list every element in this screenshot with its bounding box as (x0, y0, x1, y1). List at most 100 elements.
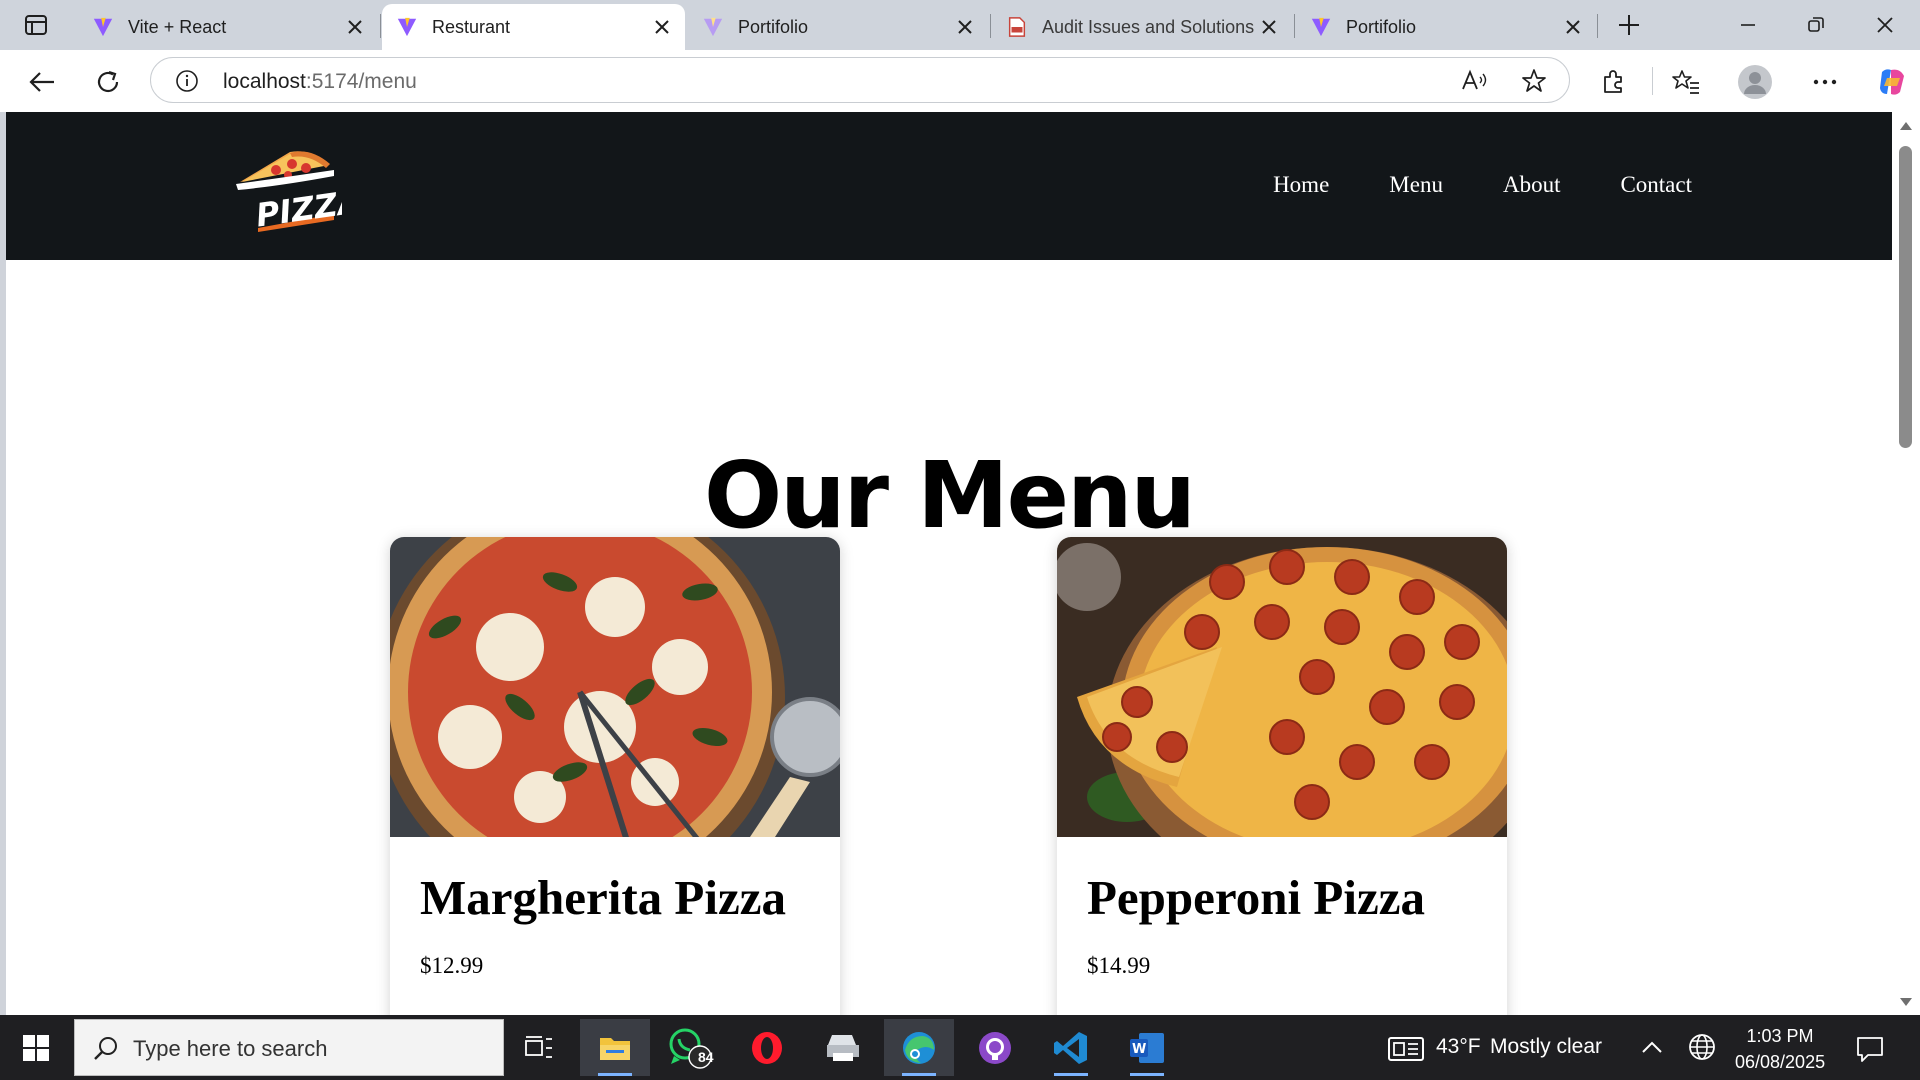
favorite-star-icon[interactable] (1521, 68, 1547, 94)
favorites-list-icon (1672, 70, 1699, 94)
edge-browser-button[interactable] (884, 1019, 954, 1076)
whatsapp-button[interactable]: 84 (656, 1019, 726, 1076)
tab-audit-issues[interactable]: Audit Issues and Solutions (992, 4, 1292, 50)
menu-item-price: $14.99 (1087, 953, 1151, 978)
refresh-button[interactable] (91, 65, 125, 99)
menu-item-name: Pepperoni Pizza (1087, 870, 1425, 925)
tab-title: Resturant (432, 16, 511, 37)
favorites-button[interactable] (1669, 65, 1703, 99)
start-button[interactable] (0, 1015, 72, 1080)
vscode-button[interactable] (1036, 1019, 1106, 1076)
opera-icon (752, 1031, 782, 1064)
clock-date: 06/08/2025 (1735, 1052, 1826, 1072)
restore-icon (1808, 17, 1824, 32)
close-tab-icon[interactable] (344, 16, 366, 38)
close-window-button[interactable] (1870, 10, 1900, 40)
close-tab-icon[interactable] (1562, 16, 1584, 38)
taskbar-search-box[interactable]: Type here to search (74, 1019, 504, 1076)
search-placeholder: Type here to search (133, 1036, 328, 1061)
menu-item-name: Margherita Pizza (420, 870, 786, 925)
logo-text: PIZZA (254, 182, 342, 232)
menu-item-card[interactable]: Margherita Pizza $12.99 (390, 537, 840, 1015)
page-title: Our Menu (703, 442, 1196, 549)
nav-about-link[interactable]: About (1503, 172, 1561, 198)
restore-button[interactable] (1801, 10, 1831, 40)
news-weather-icon[interactable] (1388, 1037, 1424, 1061)
active-indicator (598, 1073, 632, 1076)
url-path: :5174/menu (305, 70, 417, 93)
tab-separator (380, 14, 381, 38)
read-aloud-icon[interactable] (1461, 69, 1489, 93)
site-header: PIZZA Home Menu About Contact (6, 112, 1892, 260)
tab-portifolio[interactable]: Portifolio (688, 4, 988, 50)
task-view-icon (525, 1035, 552, 1058)
more-icon (1813, 79, 1837, 85)
nav-menu-link[interactable]: Menu (1389, 172, 1443, 198)
refresh-icon (97, 70, 119, 93)
github-icon (979, 1031, 1011, 1064)
vite-favicon-icon (397, 17, 417, 37)
toolbar-separator (1652, 67, 1653, 95)
notifications-icon[interactable] (1856, 1035, 1884, 1063)
vite-favicon-icon (703, 17, 723, 37)
pepperoni-pizza-image (1057, 537, 1507, 837)
copilot-button[interactable] (1875, 65, 1909, 99)
vite-favicon-icon (93, 17, 113, 37)
tab-portifolio-2[interactable]: Portifolio (1296, 4, 1596, 50)
printer-app-button[interactable] (808, 1019, 878, 1076)
nav-home-link[interactable]: Home (1273, 172, 1329, 198)
tab-title: Audit Issues and Solutions (1042, 16, 1255, 37)
profile-button[interactable] (1738, 65, 1772, 99)
globe-network-icon[interactable] (1688, 1033, 1716, 1061)
settings-more-button[interactable] (1808, 65, 1842, 99)
whatsapp-badge: 84 (698, 1049, 714, 1065)
url-host: localhost (223, 70, 306, 93)
opera-button[interactable] (732, 1019, 802, 1076)
scrollbar-thumb[interactable] (1899, 146, 1912, 448)
tab-actions-icon (25, 15, 47, 35)
active-indicator (1130, 1073, 1164, 1076)
menu-item-card[interactable]: Pepperoni Pizza $14.99 (1057, 537, 1507, 1015)
new-tab-button[interactable] (1614, 10, 1644, 40)
active-indicator (902, 1073, 936, 1076)
word-icon: W (1130, 1032, 1164, 1063)
tab-separator (1294, 14, 1295, 38)
pizza-logo[interactable]: PIZZA (230, 142, 342, 232)
site-info-icon[interactable] (175, 69, 199, 93)
windows-taskbar: Type here to search 84 W 43°F Mostly cle… (0, 1015, 1920, 1080)
close-tab-icon[interactable] (651, 16, 673, 38)
close-icon (1877, 17, 1893, 33)
page-scrollbar[interactable] (1892, 112, 1920, 1015)
svg-text:W: W (1132, 1042, 1146, 1057)
minimize-button[interactable] (1733, 10, 1763, 40)
nav-contact-link[interactable]: Contact (1620, 172, 1692, 198)
vite-favicon-icon (1311, 17, 1331, 37)
copilot-icon (1880, 69, 1904, 95)
scroll-down-arrow-icon[interactable] (1900, 998, 1912, 1006)
word-button[interactable]: W (1112, 1019, 1182, 1076)
github-desktop-button[interactable] (960, 1019, 1030, 1076)
taskbar-clock[interactable]: 1:03 PM 06/08/2025 (1735, 1023, 1825, 1075)
weather-condition[interactable]: Mostly clear (1490, 1035, 1602, 1059)
tab-title: Portifolio (1346, 16, 1417, 37)
extensions-button[interactable] (1596, 65, 1630, 99)
tab-actions-button[interactable] (14, 10, 58, 40)
task-view-button[interactable] (504, 1019, 574, 1076)
url-text[interactable]: localhost:5174/menu (223, 70, 417, 94)
pdf-favicon-icon (1008, 17, 1026, 37)
main-nav: Home Menu About Contact (1273, 172, 1692, 198)
avatar (1738, 65, 1772, 99)
file-explorer-button[interactable] (580, 1019, 650, 1076)
scroll-up-arrow-icon[interactable] (1900, 122, 1912, 130)
tab-vite-react[interactable]: Vite + React (78, 4, 378, 50)
minimize-icon (1741, 24, 1755, 26)
plus-icon (1619, 15, 1639, 35)
chevron-up-icon[interactable] (1642, 1041, 1662, 1053)
address-bar[interactable]: localhost:5174/menu (150, 57, 1570, 103)
close-tab-icon[interactable] (954, 16, 976, 38)
back-button[interactable] (25, 65, 59, 99)
back-arrow-icon (29, 72, 54, 92)
close-tab-icon[interactable] (1258, 16, 1280, 38)
tab-resturant[interactable]: Resturant (382, 4, 685, 50)
weather-temp[interactable]: 43°F (1436, 1035, 1481, 1059)
